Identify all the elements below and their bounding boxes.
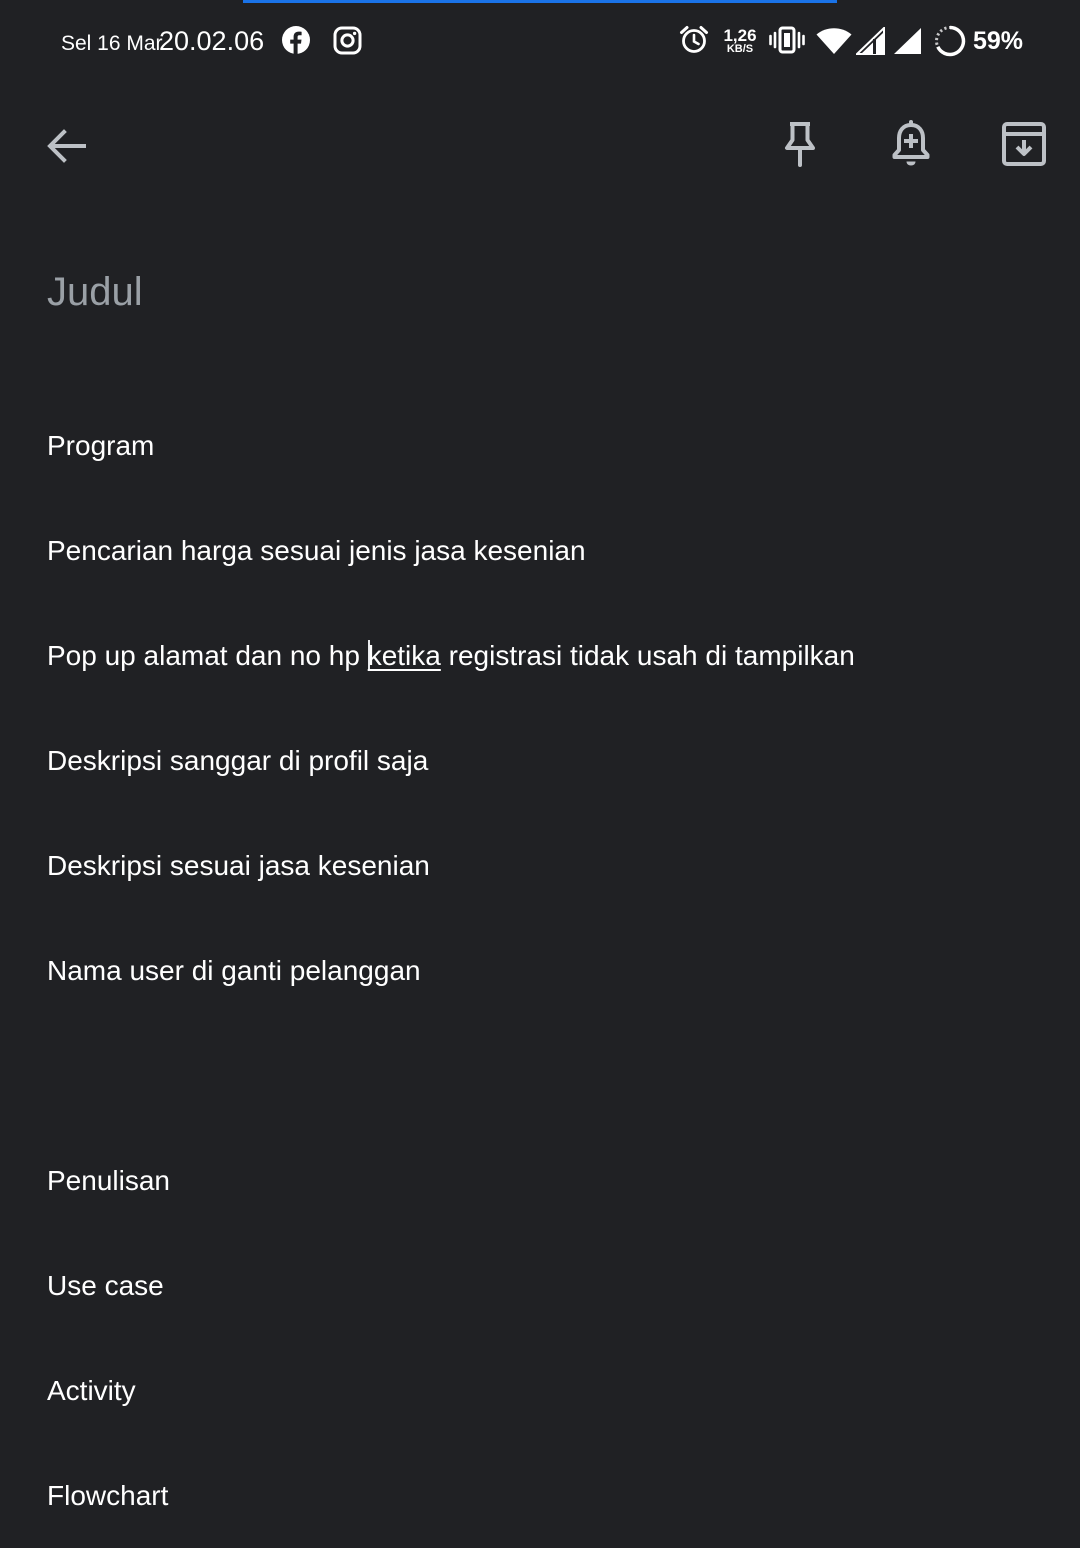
reminder-bell-icon[interactable]: [887, 118, 935, 170]
note-line: Penulisan: [47, 1165, 170, 1196]
network-speed-value: 1,26: [723, 26, 757, 45]
note-line: Nama user di ganti pelanggan: [47, 955, 421, 986]
battery-percent: 59%: [973, 27, 1024, 55]
note-line-text: Pop up alamat dan no hp: [47, 640, 368, 671]
status-bar: Sel 16 Mar 20.02.06 1,26 KB/S 59%: [0, 22, 1080, 62]
signal-icon: [856, 27, 885, 55]
back-arrow-icon[interactable]: [42, 122, 90, 170]
note-line: Flowchart: [47, 1480, 169, 1511]
status-time: 20.02.06: [159, 26, 265, 56]
facebook-icon: [282, 26, 310, 54]
note-line: Program: [47, 430, 155, 461]
spellcheck-underlined-word[interactable]: ketika: [368, 640, 441, 671]
archive-icon[interactable]: [998, 120, 1050, 168]
note-line: Pencarian harga sesuai jenis jasa keseni…: [47, 535, 586, 566]
pin-icon[interactable]: [776, 118, 824, 170]
network-speed: 1,26 KB/S: [722, 27, 758, 55]
signal-icon: [894, 28, 921, 54]
note-line: Deskripsi sesuai jasa kesenian: [47, 850, 430, 881]
alarm-icon: [680, 26, 708, 53]
note-line: Activity: [47, 1375, 136, 1406]
wifi-icon: [816, 28, 852, 54]
note-title-input[interactable]: Judul: [47, 268, 143, 316]
note-line: Use case: [47, 1270, 164, 1301]
battery-ring-icon: [935, 25, 966, 57]
note-body-editor[interactable]: Program Pencarian harga sesuai jenis jas…: [47, 358, 1047, 1548]
note-line-text: registrasi tidak usah di tampilkan: [440, 640, 855, 671]
note-line: Deskripsi sanggar di profil saja: [47, 745, 429, 776]
note-blank-line: [47, 1058, 1047, 1093]
network-speed-unit: KB/S: [726, 43, 754, 55]
instagram-icon: [333, 26, 362, 55]
top-accent-line: [243, 0, 837, 3]
vibrate-icon: [769, 26, 805, 54]
note-line: Pop up alamat dan no hp ketika registras…: [47, 638, 1047, 673]
status-date: Sel 16 Mar: [61, 32, 163, 55]
